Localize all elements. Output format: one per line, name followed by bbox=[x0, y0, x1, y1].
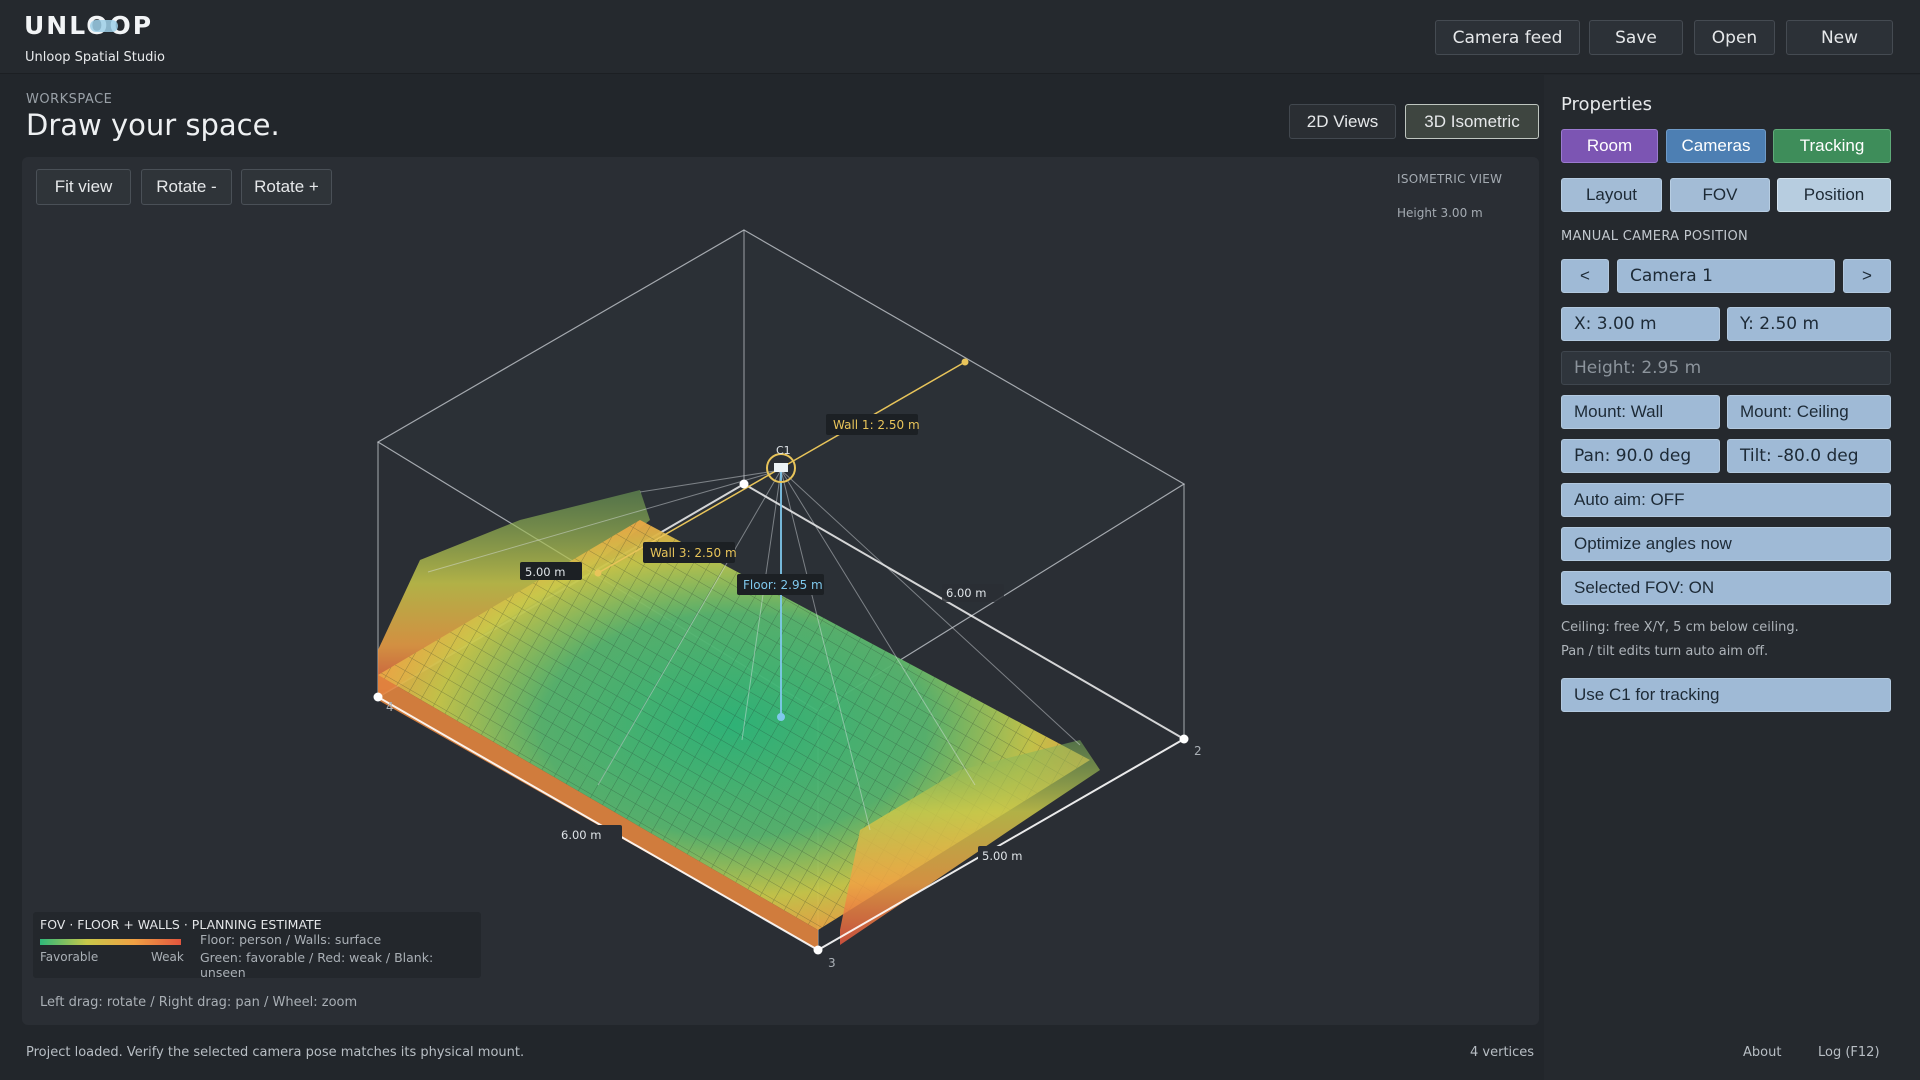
log-link[interactable]: Log (F12) bbox=[1818, 1045, 1880, 1060]
camera-height-field[interactable]: Height: 2.95 m bbox=[1561, 351, 1891, 385]
subtab-position[interactable]: Position bbox=[1777, 178, 1891, 212]
tab-cameras[interactable]: Cameras bbox=[1666, 129, 1766, 163]
svg-text:Floor: 2.95 m: Floor: 2.95 m bbox=[743, 578, 823, 592]
dimension-label-bottom-left: 6.00 m bbox=[556, 825, 622, 843]
pan-field[interactable]: Pan: 90.0 deg bbox=[1561, 439, 1720, 473]
tab-tracking[interactable]: Tracking bbox=[1773, 129, 1891, 163]
prev-camera-button[interactable]: < bbox=[1561, 259, 1609, 293]
vertex-handle-2[interactable] bbox=[1179, 734, 1189, 744]
svg-text:Wall 1: 2.50 m: Wall 1: 2.50 m bbox=[833, 418, 920, 432]
camera-select[interactable]: Camera 1 bbox=[1617, 259, 1835, 293]
vertex-handle-1[interactable] bbox=[739, 479, 749, 489]
selected-fov-toggle[interactable]: Selected FOV: ON bbox=[1561, 571, 1891, 605]
next-camera-button[interactable]: > bbox=[1843, 259, 1891, 293]
camera-icon[interactable] bbox=[774, 463, 788, 472]
subtab-fov[interactable]: FOV bbox=[1670, 178, 1770, 212]
dimension-label-right-top: 6.00 m bbox=[942, 584, 1004, 602]
dimension-label-left: 5.00 m bbox=[520, 562, 582, 580]
vertex-number-3: 3 bbox=[828, 956, 836, 970]
legend-weak-label: Weak bbox=[151, 950, 184, 964]
wall1-label: Wall 1: 2.50 m bbox=[826, 414, 920, 435]
svg-text:5.00 m: 5.00 m bbox=[982, 849, 1022, 863]
camera-x-field[interactable]: X: 3.00 m bbox=[1561, 307, 1720, 341]
svg-text:6.00 m: 6.00 m bbox=[561, 828, 601, 842]
svg-text:5.00 m: 5.00 m bbox=[525, 565, 565, 579]
mount-wall-button[interactable]: Mount: Wall bbox=[1561, 395, 1720, 429]
tab-room[interactable]: Room bbox=[1561, 129, 1658, 163]
legend-line-2: Green: favorable / Red: weak / Blank: un… bbox=[200, 950, 434, 980]
vertex-number-4: 4 bbox=[386, 700, 394, 714]
vertex-count: 4 vertices bbox=[1470, 1045, 1535, 1060]
wall3-label: Wall 3: 2.50 m bbox=[643, 542, 737, 563]
tilt-field[interactable]: Tilt: -80.0 deg bbox=[1727, 439, 1891, 473]
coverage-legend: FOV · FLOOR + WALLS · PLANNING ESTIMATE … bbox=[33, 912, 481, 980]
mount-ceiling-button[interactable]: Mount: Ceiling bbox=[1727, 395, 1891, 429]
legend-gradient-bar bbox=[40, 939, 181, 945]
camera-label: C1 bbox=[776, 444, 791, 457]
floor-measure-point bbox=[777, 713, 785, 721]
svg-text:6.00 m: 6.00 m bbox=[946, 586, 986, 600]
about-link[interactable]: About bbox=[1743, 1045, 1781, 1060]
ceiling-note: Ceiling: free X/Y, 5 cm below ceiling. bbox=[1561, 620, 1799, 635]
legend-title: FOV · FLOOR + WALLS · PLANNING ESTIMATE bbox=[40, 917, 322, 932]
vertex-handle-4[interactable] bbox=[373, 692, 383, 702]
properties-title: Properties bbox=[1561, 94, 1652, 115]
legend-line-1: Floor: person / Walls: surface bbox=[200, 932, 382, 947]
svg-text:Wall 3: 2.50 m: Wall 3: 2.50 m bbox=[650, 546, 737, 560]
subtab-layout[interactable]: Layout bbox=[1561, 178, 1662, 212]
vertex-number-2: 2 bbox=[1194, 744, 1202, 758]
wall1-measure-point bbox=[961, 358, 969, 366]
optimize-angles-button[interactable]: Optimize angles now bbox=[1561, 527, 1891, 561]
floor-label: Floor: 2.95 m bbox=[737, 574, 824, 595]
status-message: Project loaded. Verify the selected came… bbox=[26, 1045, 525, 1060]
section-manual-camera-position: MANUAL CAMERA POSITION bbox=[1561, 229, 1749, 244]
dimension-label-bottom-right: 5.00 m bbox=[978, 846, 1044, 864]
wall3-measure-point bbox=[594, 569, 602, 577]
auto-aim-toggle[interactable]: Auto aim: OFF bbox=[1561, 483, 1891, 517]
pan-tilt-note: Pan / tilt edits turn auto aim off. bbox=[1561, 644, 1769, 659]
legend-favorable-label: Favorable bbox=[40, 950, 99, 964]
camera-y-field[interactable]: Y: 2.50 m bbox=[1727, 307, 1891, 341]
use-for-tracking-button[interactable]: Use C1 for tracking bbox=[1561, 678, 1891, 712]
mouse-controls-hint: Left drag: rotate / Right drag: pan / Wh… bbox=[40, 995, 358, 1010]
vertex-handle-3[interactable] bbox=[813, 945, 823, 955]
